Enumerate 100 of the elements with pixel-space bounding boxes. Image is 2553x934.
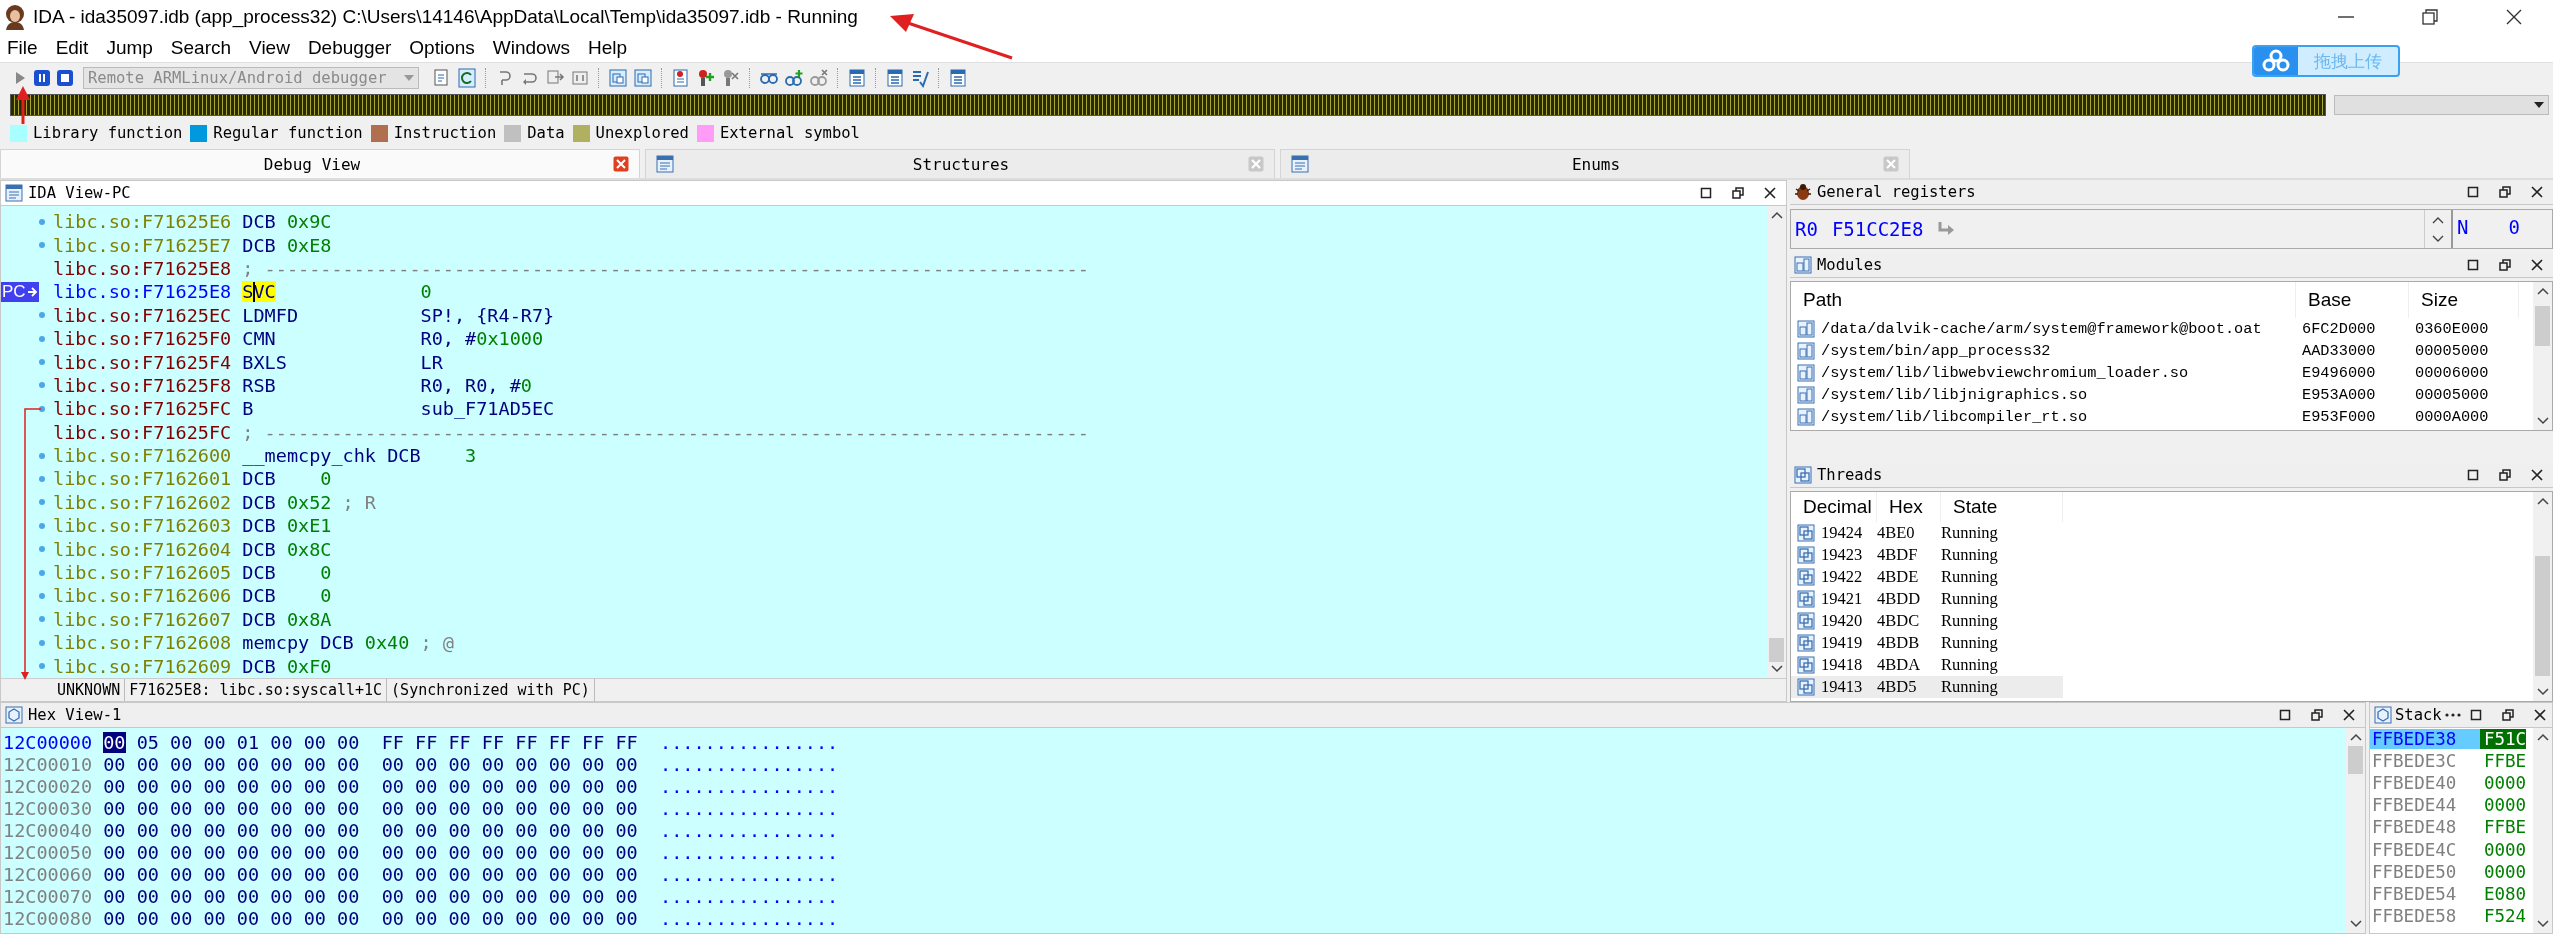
pause-icon[interactable] xyxy=(33,68,51,87)
hex-byte[interactable]: 00 xyxy=(136,797,159,819)
thread-row[interactable]: 19424 4BE0 Running xyxy=(1791,522,2063,544)
stack-address[interactable]: FFBEDE40 xyxy=(2370,773,2480,794)
hex-byte[interactable]: 00 xyxy=(170,819,193,841)
menu-item[interactable]: View xyxy=(248,37,291,59)
hex-byte[interactable]: 00 xyxy=(136,819,159,841)
hex-byte[interactable]: 00 xyxy=(615,842,638,863)
hex-byte[interactable]: 00 xyxy=(415,864,438,886)
scroll-up-icon[interactable] xyxy=(2535,496,2550,506)
menu-item[interactable]: Search xyxy=(169,37,233,59)
hex-byte[interactable]: 00 xyxy=(448,775,471,797)
hex-byte[interactable]: 00 xyxy=(136,842,159,863)
thread-row[interactable]: 19419 4BDB Running xyxy=(1791,632,2063,654)
column-header[interactable]: Base xyxy=(2296,282,2409,318)
hex-byte[interactable]: 00 xyxy=(481,797,505,819)
hex-byte[interactable]: 00 xyxy=(615,753,638,775)
scrollbar-thumb[interactable] xyxy=(2535,306,2550,346)
add-breakpoint-icon[interactable] xyxy=(696,67,716,88)
hex-byte[interactable]: FF xyxy=(415,731,438,753)
restore-icon[interactable] xyxy=(1732,187,1744,199)
hex-byte[interactable]: 00 xyxy=(448,842,471,863)
hex-byte[interactable]: 00 xyxy=(170,864,193,886)
hex-byte[interactable]: 00 xyxy=(337,797,360,819)
hex-byte[interactable]: 00 xyxy=(203,864,226,886)
hex-byte[interactable]: 00 xyxy=(515,864,538,886)
restore-icon[interactable] xyxy=(2311,709,2323,721)
scroll-down-icon[interactable] xyxy=(2535,687,2550,697)
hex-byte[interactable]: 00 xyxy=(548,819,571,841)
vertical-scrollbar[interactable] xyxy=(2346,728,2365,933)
hex-byte[interactable]: 00 xyxy=(381,797,404,819)
hex-byte[interactable]: 00 xyxy=(448,908,471,930)
hex-byte[interactable]: 00 xyxy=(381,819,404,841)
hex-byte[interactable]: 00 xyxy=(203,775,226,797)
restore-icon[interactable] xyxy=(2499,259,2511,271)
thread-row[interactable]: 19423 4BDF Running xyxy=(1791,544,2063,566)
tab[interactable]: Enums xyxy=(1280,149,1910,178)
stack-address[interactable]: FFBEDE44 xyxy=(2370,795,2480,816)
hex-byte[interactable]: 00 xyxy=(236,886,260,908)
hex-byte[interactable]: 00 xyxy=(103,842,126,863)
hex-byte[interactable]: 00 xyxy=(103,753,126,775)
hex-byte[interactable]: 00 xyxy=(170,753,193,775)
maximize-icon[interactable] xyxy=(2470,709,2482,721)
vertical-scrollbar[interactable] xyxy=(2533,282,2552,430)
hex-byte[interactable]: 00 xyxy=(103,886,126,908)
hex-byte[interactable]: 00 xyxy=(582,842,605,863)
scroll-up-icon[interactable] xyxy=(2535,286,2550,296)
restore-icon[interactable] xyxy=(2502,709,2514,721)
hex-byte[interactable]: 00 xyxy=(303,842,326,863)
delete-breakpoint-icon[interactable] xyxy=(721,67,741,88)
hex-byte[interactable]: 00 xyxy=(548,886,571,908)
more-icon[interactable] xyxy=(2444,712,2461,718)
hex-byte[interactable]: 00 xyxy=(103,731,126,753)
menu-item[interactable]: Options xyxy=(408,37,476,59)
hex-byte[interactable]: 00 xyxy=(103,864,126,886)
hex-byte[interactable]: 00 xyxy=(481,886,505,908)
hex-byte[interactable]: 05 xyxy=(136,731,159,753)
hex-byte[interactable]: 00 xyxy=(582,864,605,886)
stack-address[interactable]: FFBEDE58 xyxy=(2370,905,2480,926)
maximize-icon[interactable] xyxy=(1700,187,1712,199)
hex-byte[interactable]: 00 xyxy=(303,819,326,841)
tab[interactable]: Debug View xyxy=(0,149,640,178)
hex-byte[interactable]: 00 xyxy=(303,908,326,930)
vertical-scrollbar[interactable] xyxy=(2533,492,2552,701)
hex-byte[interactable]: 00 xyxy=(170,886,193,908)
column-header[interactable]: Hex xyxy=(1877,492,1941,522)
hex-byte[interactable]: 00 xyxy=(337,819,360,841)
maximize-icon[interactable] xyxy=(2467,259,2479,271)
hex-byte[interactable]: 00 xyxy=(381,864,404,886)
list-icon[interactable] xyxy=(948,67,968,88)
hex-byte[interactable]: 00 xyxy=(548,753,571,775)
hex-byte[interactable]: 00 xyxy=(103,775,126,797)
hex-byte[interactable]: 00 xyxy=(203,908,226,930)
hex-byte[interactable]: 00 xyxy=(448,753,471,775)
hex-byte[interactable]: 00 xyxy=(337,753,360,775)
hex-byte[interactable]: 00 xyxy=(136,775,159,797)
hex-byte[interactable]: 00 xyxy=(303,753,326,775)
hex-byte[interactable]: 00 xyxy=(136,908,159,930)
breakpoint-list-icon[interactable] xyxy=(671,67,691,88)
hex-byte[interactable]: 00 xyxy=(136,864,159,886)
hex-byte[interactable]: 00 xyxy=(615,797,638,819)
hex-byte[interactable]: FF xyxy=(582,731,605,753)
hex-byte[interactable]: 00 xyxy=(515,842,538,863)
column-header[interactable]: Decimal xyxy=(1791,492,1877,522)
thread-row[interactable]: 19422 4BDE Running xyxy=(1791,566,2063,588)
hex-byte[interactable]: 00 xyxy=(548,864,571,886)
hex-byte[interactable]: 00 xyxy=(481,753,505,775)
menu-item[interactable]: File xyxy=(6,37,39,59)
hex-byte[interactable]: 00 xyxy=(548,775,571,797)
hex-byte[interactable]: 00 xyxy=(515,819,538,841)
hex-byte[interactable]: 00 xyxy=(381,775,404,797)
menu-item[interactable]: Edit xyxy=(54,37,90,59)
list-icon[interactable] xyxy=(885,67,905,88)
hex-byte[interactable]: 00 xyxy=(270,842,293,863)
hex-byte[interactable]: 00 xyxy=(448,886,471,908)
hex-byte[interactable]: 00 xyxy=(270,797,293,819)
document-icon[interactable] xyxy=(457,67,477,88)
hex-byte[interactable]: 00 xyxy=(236,908,260,930)
hex-byte[interactable]: 00 xyxy=(615,775,638,797)
hex-byte[interactable]: 00 xyxy=(448,819,471,841)
